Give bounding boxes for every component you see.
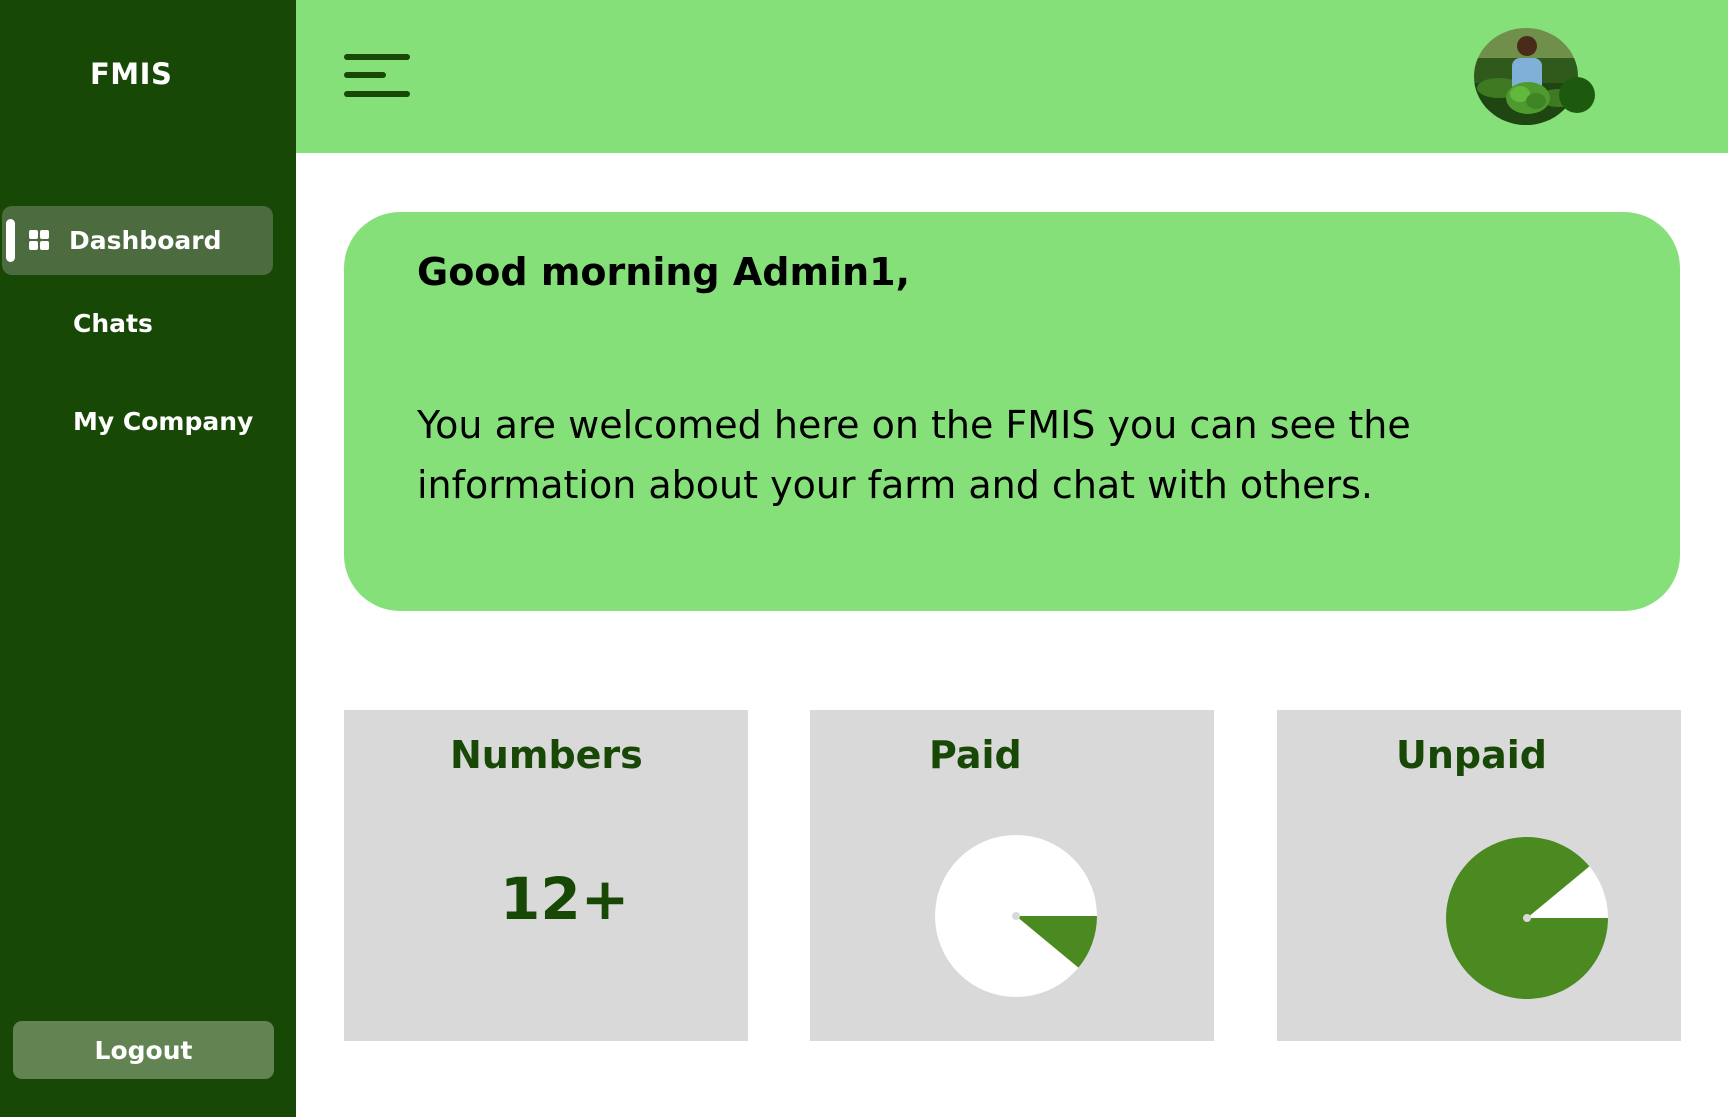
welcome-message: You are welcomed here on the FMIS you ca… <box>417 403 1411 507</box>
sidebar-item-label: Chats <box>73 309 153 338</box>
sidebar-item-label: Dashboard <box>69 226 222 255</box>
pie-center <box>1012 912 1020 920</box>
numbers-title: Numbers <box>450 733 643 777</box>
unpaid-title: Unpaid <box>1396 733 1547 777</box>
welcome-card: Good morning Admin1, You are welcomed he… <box>344 212 1680 611</box>
paid-pie-chart <box>935 835 1097 997</box>
avatar-image <box>1474 28 1578 125</box>
grid-icon <box>29 230 51 252</box>
status-indicator <box>1559 77 1595 113</box>
sidebar: FMIS Dashboard Chats My Company Logout <box>0 0 296 1117</box>
pie-center <box>1523 914 1531 922</box>
active-indicator <box>6 219 15 262</box>
numbers-value: 12+ <box>500 865 630 933</box>
user-avatar[interactable] <box>1474 28 1578 125</box>
paid-title: Paid <box>929 733 1022 777</box>
unpaid-card: Unpaid <box>1277 710 1681 1041</box>
hamburger-icon[interactable] <box>344 54 412 98</box>
brand-logo: FMIS <box>90 57 173 91</box>
logout-button[interactable]: Logout <box>13 1021 274 1079</box>
sidebar-item-my-company[interactable]: My Company <box>2 387 273 456</box>
top-bar <box>296 0 1728 153</box>
numbers-card: Numbers 12+ <box>344 710 748 1041</box>
sidebar-item-chats[interactable]: Chats <box>2 289 273 358</box>
paid-card: Paid <box>810 710 1214 1041</box>
unpaid-pie-chart <box>1446 837 1608 999</box>
sidebar-item-label: My Company <box>73 407 254 436</box>
sidebar-item-dashboard[interactable]: Dashboard <box>2 206 273 275</box>
greeting-heading: Good morning Admin1, <box>417 250 910 294</box>
